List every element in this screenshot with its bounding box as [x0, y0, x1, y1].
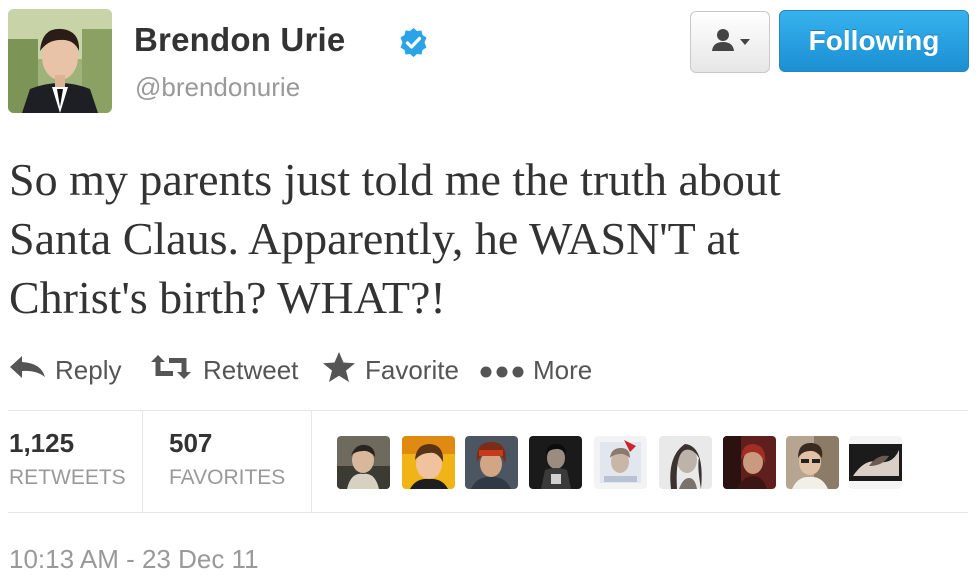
- favoriter-avatar[interactable]: [529, 436, 582, 489]
- profile-avatar[interactable]: [8, 9, 112, 113]
- tweet-timestamp[interactable]: 10:13 AM - 23 Dec 11: [9, 544, 259, 575]
- favoriter-avatar[interactable]: [465, 436, 518, 489]
- divider: [8, 410, 968, 411]
- caret-down-icon: [740, 33, 750, 51]
- user-handle[interactable]: @brendonurie: [135, 72, 300, 103]
- reply-icon: [8, 354, 46, 387]
- divider: [311, 411, 312, 512]
- verified-badge-icon: [398, 27, 429, 58]
- tweet-text: So my parents just told me the truth abo…: [9, 150, 949, 327]
- favoriter-avatar[interactable]: [659, 436, 712, 489]
- more-dots-icon: [480, 355, 524, 386]
- reply-button[interactable]: Reply: [8, 350, 121, 390]
- favoriter-avatar[interactable]: [849, 436, 902, 489]
- divider: [142, 411, 143, 512]
- favoriter-avatar[interactable]: [594, 436, 647, 489]
- following-button[interactable]: Following: [779, 10, 969, 72]
- person-icon: [710, 28, 736, 57]
- retweet-label: Retweet: [203, 354, 299, 385]
- retweet-icon: [148, 354, 194, 387]
- favoriter-avatar[interactable]: [723, 436, 776, 489]
- user-display-name[interactable]: Brendon Urie: [134, 21, 345, 59]
- tweet-text-line: Christ's birth? WHAT?!: [9, 272, 446, 323]
- user-actions-button[interactable]: [690, 11, 770, 73]
- retweets-label[interactable]: Retweets: [9, 466, 126, 490]
- favorites-count[interactable]: 507: [169, 428, 212, 459]
- retweet-button[interactable]: Retweet: [148, 350, 298, 390]
- tweet-text-line: So my parents just told me the truth abo…: [9, 154, 781, 205]
- more-label: More: [533, 354, 593, 385]
- star-icon: [322, 351, 356, 390]
- favorites-label[interactable]: Favorites: [169, 466, 285, 490]
- favoriter-avatar[interactable]: [402, 436, 455, 489]
- tweet-text-line: Santa Claus. Apparently, he WASN'T at: [9, 213, 740, 264]
- more-button[interactable]: More: [480, 350, 592, 390]
- reply-label: Reply: [55, 354, 122, 385]
- favoriter-avatar[interactable]: [337, 436, 390, 489]
- favorite-label: Favorite: [365, 354, 459, 385]
- divider: [8, 512, 968, 513]
- favorite-button[interactable]: Favorite: [322, 350, 459, 390]
- favoriter-avatar[interactable]: [786, 436, 839, 489]
- retweets-count[interactable]: 1,125: [9, 428, 74, 459]
